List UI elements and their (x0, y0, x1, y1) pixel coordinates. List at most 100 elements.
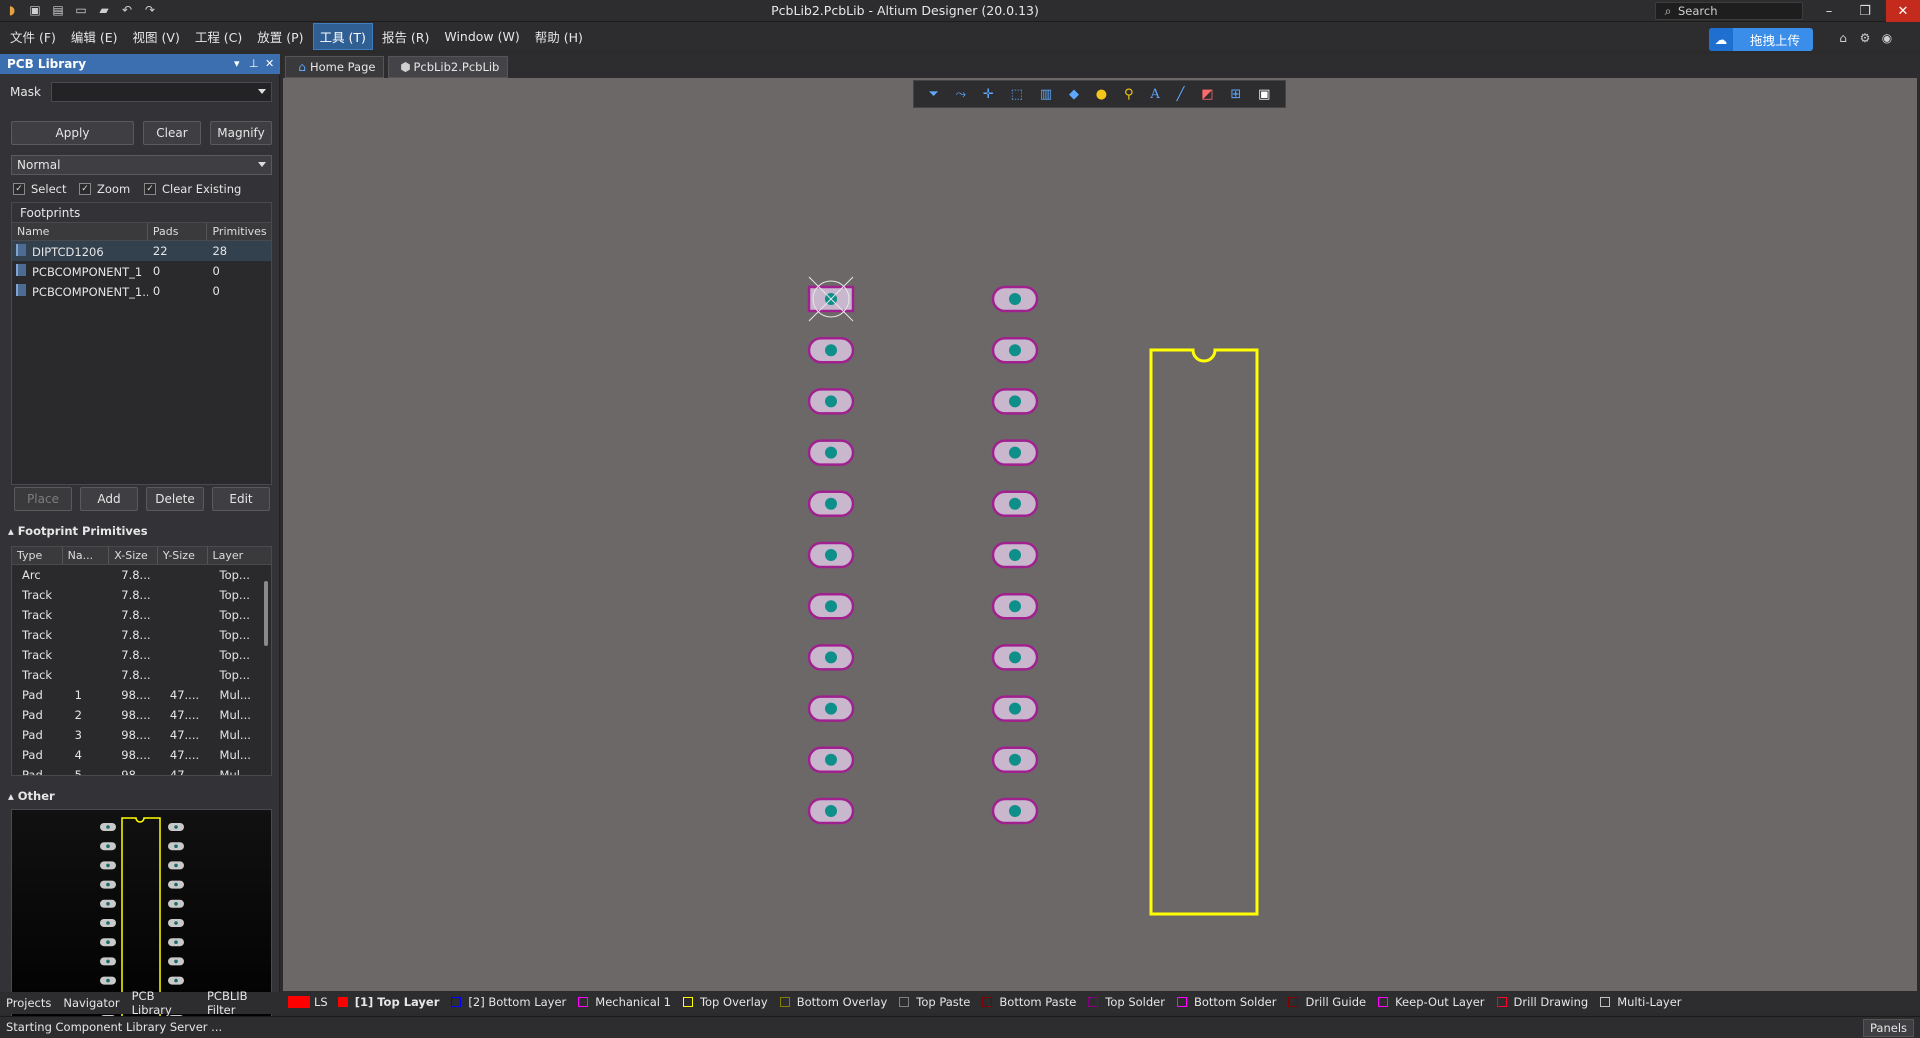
panels-button[interactable]: Panels (1862, 1019, 1914, 1037)
tab-pcblib-filter[interactable]: PCBLIB Filter (201, 989, 282, 1017)
component-outline (1149, 348, 1259, 916)
menu-view[interactable]: 视图 (V) (127, 24, 186, 49)
menu-edit[interactable]: 编辑 (E) (65, 24, 124, 49)
scroll-thumb[interactable] (264, 581, 268, 646)
layer-set-button[interactable]: LS (314, 995, 328, 1009)
restore-button[interactable]: ❐ (1848, 0, 1882, 22)
user-icon[interactable]: ◉ (1879, 30, 1895, 46)
table-row[interactable]: Track 7.8... Top... (12, 625, 271, 645)
cloud-upload-button[interactable]: ☁ 拖拽上传 (1709, 28, 1813, 51)
pin-icon[interactable]: ⊥ (249, 57, 259, 70)
table-row[interactable]: Pad 3 98.... 47.... Mul... (12, 725, 271, 745)
preview-pad-hole (174, 863, 178, 868)
layer-tab[interactable]: Drill Drawing (1496, 995, 1588, 1009)
layer-tab[interactable]: Keep-Out Layer (1378, 995, 1485, 1009)
table-row[interactable]: PCBCOMPONENT_1 0 0 (12, 261, 271, 281)
col-pads[interactable]: Pads (148, 223, 208, 240)
table-row[interactable]: Arc 7.8... Top... (12, 565, 271, 585)
panel-close-icon[interactable]: ✕ (265, 57, 274, 70)
clear-existing-checkbox[interactable]: ✓ Clear Existing (144, 182, 241, 196)
layer-tab[interactable]: Mechanical 1 (578, 995, 671, 1009)
footprint-primitives: 0 (212, 284, 220, 298)
filter-mode-value: Normal (17, 158, 61, 172)
primitives-section-header[interactable]: ▴ Footprint Primitives (8, 524, 148, 538)
pad (991, 644, 1039, 671)
pad-hole (1009, 600, 1021, 613)
layer-tab[interactable]: [1] Top Layer (337, 995, 439, 1009)
table-row[interactable]: Pad 2 98.... 47.... Mul... (12, 705, 271, 725)
layer-tab[interactable]: Multi-Layer (1600, 995, 1682, 1009)
layer-tab[interactable]: Bottom Solder (1176, 995, 1276, 1009)
tab-pcblib[interactable]: ⬢ PcbLib2.PcbLib (388, 56, 509, 78)
table-row[interactable]: Pad 5 98.... 47.... Mul... (12, 765, 271, 776)
layer-tab[interactable]: Drill Guide (1288, 995, 1366, 1009)
table-row[interactable]: Track 7.8... Top... (12, 605, 271, 625)
menu-file[interactable]: 文件 (F) (4, 24, 62, 49)
menu-project[interactable]: 工程 (C) (189, 24, 248, 49)
pad-hole (825, 702, 837, 715)
primitive-type: Arc (22, 568, 41, 582)
menu-tools[interactable]: 工具 (T) (312, 22, 373, 50)
layer-tab[interactable]: [2] Bottom Layer (451, 995, 566, 1009)
edit-button[interactable]: Edit (212, 487, 270, 511)
delete-button[interactable]: Delete (146, 487, 204, 511)
table-row[interactable]: Track 7.8... Top... (12, 665, 271, 685)
pad-hole (1009, 753, 1021, 766)
footprint-primitives: 28 (212, 244, 228, 258)
search-input[interactable]: ⌕ Search (1655, 2, 1803, 20)
primitives-scrollbar[interactable] (263, 569, 269, 769)
layer-tab[interactable]: Top Overlay (682, 995, 768, 1009)
other-section-header[interactable]: ▴ Other (8, 789, 55, 803)
layer-tab[interactable]: Bottom Paste (982, 995, 1076, 1009)
add-button[interactable]: Add (80, 487, 138, 511)
tab-home-page[interactable]: ⌂ Home Page (285, 56, 385, 78)
pcb-canvas[interactable]: ⏷ ⤳ ✛ ⬚ ▥ ◆ ● ⚲ A ╱ ◩ ⊞ ▣ (283, 78, 1917, 991)
gear-icon[interactable]: ⚙ (1857, 30, 1873, 46)
preview-pad-hole (174, 902, 178, 906)
place-button[interactable]: Place (14, 487, 72, 511)
pad (991, 490, 1039, 518)
layer-tab[interactable]: Top Paste (899, 995, 970, 1009)
col-xsize[interactable]: X-Size (109, 547, 158, 564)
primitive-name: 4 (74, 748, 82, 762)
table-row[interactable]: Track 7.8... Top... (12, 645, 271, 665)
menu-reports[interactable]: 报告 (R) (376, 24, 435, 49)
apply-button[interactable]: Apply (11, 121, 134, 145)
primitive-layer: Mul... (219, 688, 251, 702)
pad-hole (825, 497, 837, 510)
magnify-button[interactable]: Magnify (210, 121, 272, 145)
minimize-button[interactable]: – (1812, 0, 1846, 22)
col-primitives[interactable]: Primitives (207, 223, 271, 240)
clear-button[interactable]: Clear (143, 121, 201, 145)
layer-tab[interactable]: Top Solder (1088, 995, 1165, 1009)
close-button[interactable]: ✕ (1886, 0, 1920, 22)
menu-window[interactable]: Window (W) (438, 26, 525, 47)
select-checkbox[interactable]: ✓ Select (13, 182, 66, 196)
menu-place[interactable]: 放置 (P) (251, 24, 309, 49)
home-icon[interactable]: ⌂ (1835, 30, 1851, 46)
table-row[interactable]: PCBCOMPONENT_1... 0 0 (12, 281, 271, 301)
chevron-down-icon[interactable] (258, 89, 266, 94)
col-ysize[interactable]: Y-Size (158, 547, 208, 564)
zoom-checkbox[interactable]: ✓ Zoom (79, 182, 130, 196)
menu-help[interactable]: 帮助 (H) (529, 24, 589, 49)
table-row[interactable]: Pad 1 98.... 47.... Mul... (12, 685, 271, 705)
panel-menu-icon[interactable]: ▾ (234, 57, 240, 70)
layer-label: Bottom Paste (999, 995, 1077, 1009)
tab-pcb-library[interactable]: PCB Library (126, 989, 201, 1017)
col-type[interactable]: Type (12, 547, 63, 564)
table-row[interactable]: DIPTCD1206 22 28 (12, 241, 271, 261)
table-row[interactable]: Pad 4 98.... 47.... Mul... (12, 745, 271, 765)
layer-color-swatch[interactable] (288, 996, 310, 1008)
filter-mode-select[interactable]: Normal (11, 155, 272, 175)
pad (991, 388, 1039, 415)
layer-tab[interactable]: Bottom Overlay (779, 995, 887, 1009)
col-layer[interactable]: Layer (208, 547, 271, 564)
primitive-name: 5 (74, 768, 82, 776)
mask-input[interactable] (50, 82, 272, 102)
tab-navigator[interactable]: Navigator (57, 996, 125, 1010)
col-name[interactable]: Na... (63, 547, 110, 564)
tab-projects[interactable]: Projects (0, 996, 57, 1010)
col-name[interactable]: Name (12, 223, 148, 240)
table-row[interactable]: Track 7.8... Top... (12, 585, 271, 605)
